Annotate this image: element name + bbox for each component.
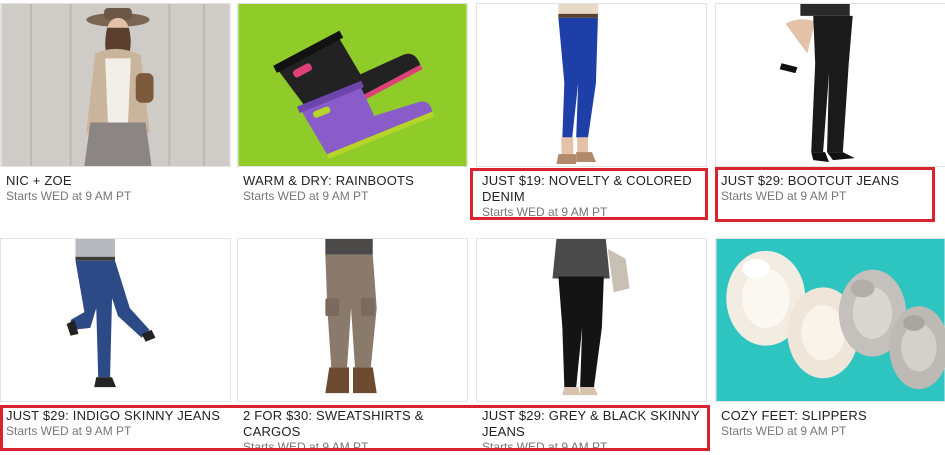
rainboots-image (238, 4, 467, 166)
event-title[interactable]: JUST $19: NOVELTY & COLORED DENIM (482, 173, 704, 205)
event-image[interactable] (237, 3, 468, 167)
event-image[interactable] (476, 238, 707, 402)
event-start-time: Starts WED at 9 AM PT (721, 424, 847, 438)
event-image[interactable] (715, 238, 945, 402)
model-in-cardigan-image (1, 4, 230, 166)
event-title[interactable]: JUST $29: INDIGO SKINNY JEANS (6, 408, 228, 424)
event-title[interactable]: NIC + ZOE (6, 173, 228, 189)
indigo-skinny-jeans-image (1, 239, 230, 401)
black-skinny-jeans-image (477, 239, 706, 401)
event-title[interactable]: JUST $29: GREY & BLACK SKINNY JEANS (482, 408, 704, 440)
event-image[interactable] (476, 3, 707, 167)
slippers-image (716, 239, 945, 401)
event-title[interactable]: 2 FOR $30: SWEATSHIRTS & CARGOS (243, 408, 465, 440)
event-image[interactable] (715, 3, 945, 167)
event-title[interactable]: JUST $29: BOOTCUT JEANS (721, 173, 943, 189)
sale-events-grid: NIC + ZOE Starts WED at 9 AM PT WARM & D… (0, 0, 945, 455)
event-title[interactable]: WARM & DRY: RAINBOOTS (243, 173, 465, 189)
event-start-time: Starts WED at 9 AM PT (6, 189, 132, 203)
event-start-time: Starts WED at 9 AM PT (243, 440, 369, 454)
black-bootcut-jeans-image (716, 4, 945, 166)
cargo-pants-image (238, 239, 467, 401)
event-title[interactable]: COZY FEET: SLIPPERS (721, 408, 943, 424)
event-start-time: Starts WED at 9 AM PT (482, 440, 608, 454)
event-start-time: Starts WED at 9 AM PT (6, 424, 132, 438)
event-start-time: Starts WED at 9 AM PT (721, 189, 847, 203)
event-image[interactable] (237, 238, 468, 402)
event-image[interactable] (0, 3, 231, 167)
event-start-time: Starts WED at 9 AM PT (243, 189, 369, 203)
blue-jeans-model-image (477, 4, 706, 166)
event-start-time: Starts WED at 9 AM PT (482, 205, 608, 219)
event-image[interactable] (0, 238, 231, 402)
